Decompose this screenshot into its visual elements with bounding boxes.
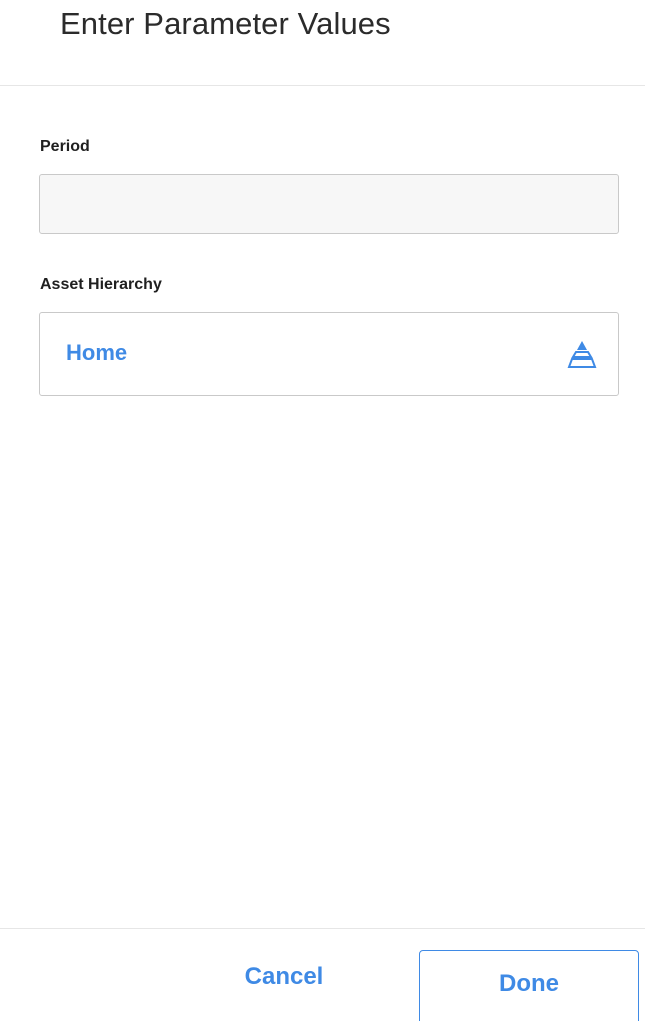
dialog-title: Enter Parameter Values bbox=[60, 6, 391, 41]
dialog-header: Enter Parameter Values bbox=[0, 0, 645, 86]
period-input[interactable] bbox=[39, 174, 619, 234]
asset-hierarchy-label: Asset Hierarchy bbox=[40, 276, 162, 293]
done-button[interactable]: Done bbox=[419, 950, 639, 1021]
asset-hierarchy-selector[interactable]: Home bbox=[39, 312, 619, 396]
hierarchy-icon[interactable] bbox=[566, 339, 598, 371]
parameter-dialog: Enter Parameter Values Period Asset Hier… bbox=[0, 0, 645, 1021]
asset-hierarchy-value[interactable]: Home bbox=[66, 340, 127, 366]
period-label: Period bbox=[40, 138, 90, 155]
cancel-button[interactable]: Cancel bbox=[220, 951, 348, 1003]
dialog-footer: Cancel Done bbox=[0, 928, 645, 1021]
